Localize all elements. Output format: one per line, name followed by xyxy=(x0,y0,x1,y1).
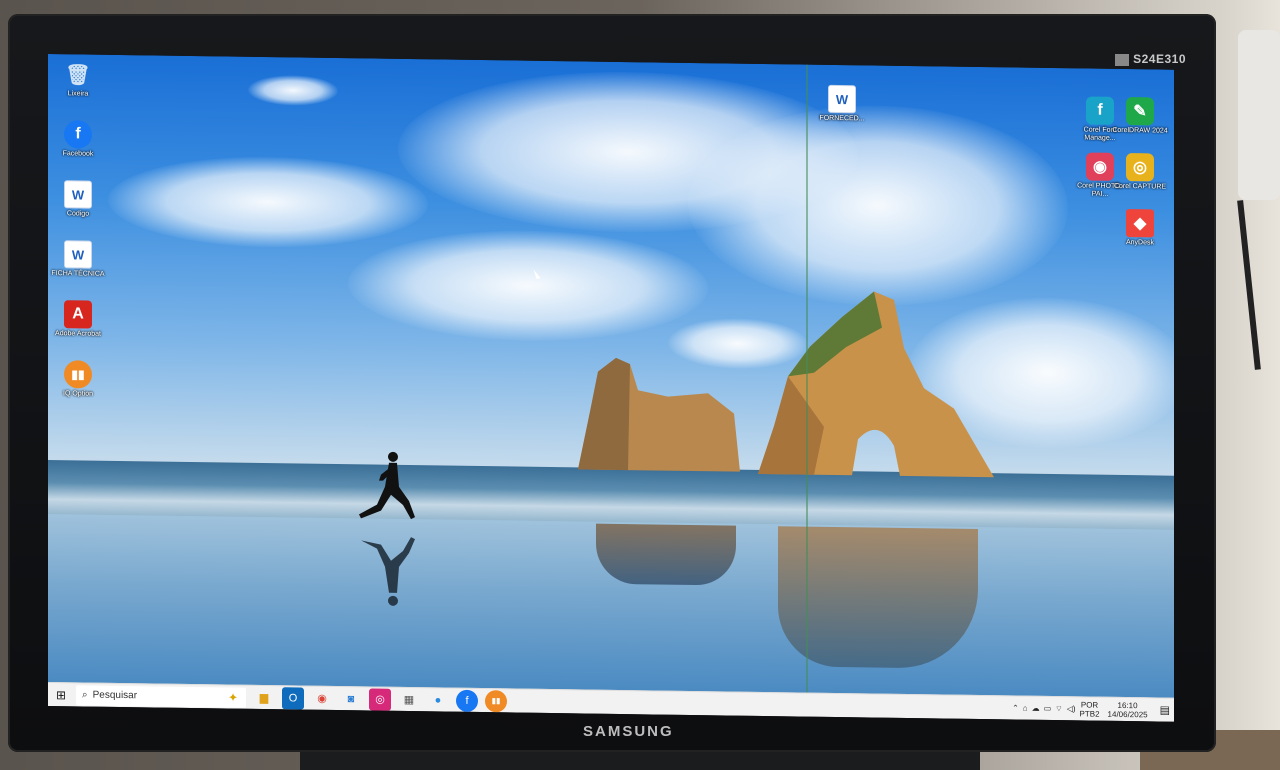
start-button[interactable]: ⊞ xyxy=(48,683,74,707)
photos-icon: ◙ xyxy=(347,692,355,705)
iq-option-icon: ▮▮ xyxy=(64,360,92,389)
rock-reflection xyxy=(596,523,736,586)
desktop-icon-recycle-bin[interactable]: 🗑 Lixeira xyxy=(50,60,106,99)
facebook-icon: f xyxy=(465,694,469,707)
taskbar-instagram[interactable]: ◎ xyxy=(369,687,391,711)
folder-icon: ▆ xyxy=(259,691,269,705)
windows-logo-icon: ⊞ xyxy=(55,687,67,702)
taskbar-outlook[interactable]: O xyxy=(282,686,304,710)
recycle-bin-icon: 🗑 xyxy=(65,63,91,87)
desktop-icon-coreldraw[interactable]: ✎ CorelDRAW 2024 xyxy=(1112,97,1168,136)
volume-icon[interactable]: ◁) xyxy=(1067,704,1076,713)
calculator-icon: ▦ xyxy=(403,693,415,707)
adobe-acrobat-icon: A xyxy=(64,300,92,329)
word-doc-icon: W xyxy=(64,240,92,269)
language-indicator[interactable]: POR PTB2 xyxy=(1080,700,1100,718)
desktop-icon-adobe-acrobat[interactable]: A Adobe Acrobat xyxy=(50,300,106,339)
desktop-icon-facebook[interactable]: f Facebook xyxy=(50,120,106,159)
copilot-icon: ● xyxy=(434,693,442,706)
taskbar-file-explorer[interactable]: ▆ xyxy=(253,686,275,708)
router-device xyxy=(1238,30,1280,200)
corel-font-manager-icon: f xyxy=(1086,96,1114,125)
rock-right xyxy=(758,291,994,478)
screen-artifact-line xyxy=(806,64,808,717)
taskbar-facebook[interactable]: f xyxy=(456,689,478,712)
taskbar-calculator[interactable]: ▦ xyxy=(398,688,420,710)
desktop-icon-anydesk[interactable]: ◆ AnyDesk xyxy=(1112,209,1168,248)
runner-reflection xyxy=(361,537,415,606)
word-doc-icon: W xyxy=(828,84,856,114)
iq-option-icon: ▮▮ xyxy=(491,696,501,706)
search-placeholder: Pesquisar xyxy=(92,689,138,702)
taskbar-search[interactable]: ⌕ Pesquisar ✦ xyxy=(76,684,246,708)
instagram-icon: ◎ xyxy=(375,693,385,706)
desktop-screen[interactable]: 🗑 Lixeira f Facebook W Codigo W FICHA TÉ… xyxy=(48,54,1174,722)
desktop-icon-iq-option[interactable]: ▮▮ IQ Option xyxy=(50,360,106,399)
coreldraw-icon: ✎ xyxy=(1126,97,1154,126)
network-icon[interactable]: ⌂ xyxy=(1023,704,1028,713)
search-icon: ⌕ xyxy=(82,689,88,701)
desktop-icon-forneced[interactable]: W FORNECED... xyxy=(814,84,870,124)
notification-icon[interactable]: ▤ xyxy=(1160,704,1170,717)
chevron-up-icon[interactable]: ⌃ xyxy=(1012,703,1019,712)
taskbar-copilot[interactable]: ● xyxy=(427,689,449,711)
chrome-icon: ◉ xyxy=(317,692,327,705)
runner-silhouette xyxy=(359,451,415,520)
desktop-icon-ficha-tecnica[interactable]: W FICHA TÉCNICA xyxy=(50,240,106,279)
word-doc-icon: W xyxy=(64,180,92,209)
rock-left xyxy=(578,357,740,472)
clock-date: 14/06/2025 xyxy=(1107,709,1148,719)
facebook-icon: f xyxy=(64,120,92,149)
outlook-icon: O xyxy=(288,691,298,704)
taskbar-iq-option[interactable]: ▮▮ xyxy=(485,689,507,712)
desktop-icon-corel-capture[interactable]: ◎ Corel CAPTURE xyxy=(1112,153,1168,192)
model-badge: S24E310 xyxy=(1115,52,1186,66)
corel-photo-paint-icon: ◉ xyxy=(1086,152,1114,181)
clock[interactable]: 16:10 14/06/2025 xyxy=(1107,700,1148,719)
anydesk-icon: ◆ xyxy=(1126,209,1154,238)
taskbar-chrome[interactable]: ◉ xyxy=(311,687,333,709)
corel-capture-icon: ◎ xyxy=(1126,153,1154,182)
wifi-icon[interactable]: ⌔ xyxy=(1055,704,1063,714)
onedrive-icon[interactable]: ☁ xyxy=(1032,704,1040,713)
rock-reflection xyxy=(778,526,978,669)
system-tray: ⌃ ⌂ ☁ ▭ ⌔ ◁) POR PTB2 16:10 14/06/2025 ▤ xyxy=(1012,699,1174,719)
taskbar-photos[interactable]: ◙ xyxy=(340,688,362,710)
desktop-icon-codigo[interactable]: W Codigo xyxy=(50,180,106,219)
copilot-sparkle-icon: ✦ xyxy=(227,690,238,705)
display-icon[interactable]: ▭ xyxy=(1044,704,1052,713)
brand-logo: SAMSUNG xyxy=(583,723,674,740)
